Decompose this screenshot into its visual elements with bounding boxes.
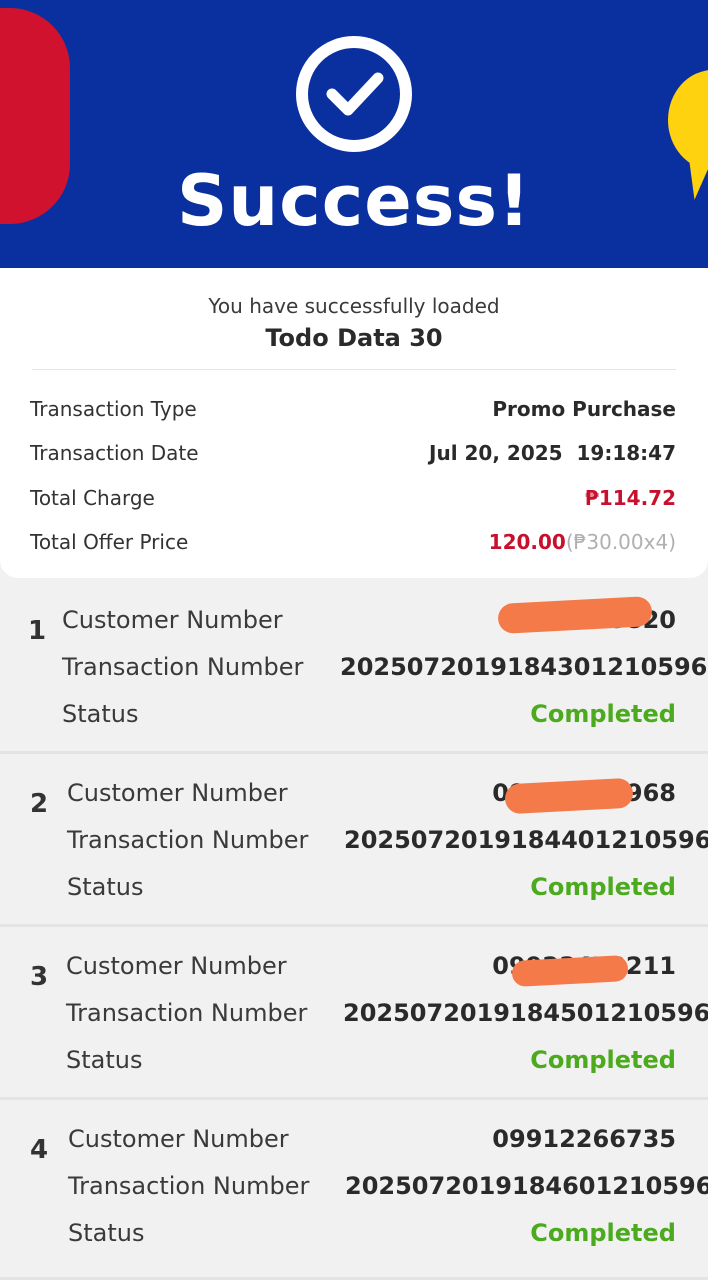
transaction-type-row: Transaction Type Promo Purchase (30, 394, 676, 424)
transaction-number-value: 20250720191845012105969170 (343, 999, 708, 1027)
customer-number-value: 09912266735 (492, 1125, 676, 1153)
transaction-number-label: Transaction Number (62, 653, 304, 681)
total-offer-price-label: Total Offer Price (30, 530, 189, 554)
status-value: Completed (530, 1046, 676, 1074)
transaction-index: 1 (28, 616, 47, 646)
transaction-type-value: Promo Purchase (492, 397, 676, 421)
page-title: Success! (177, 160, 531, 242)
check-circle-icon (296, 36, 412, 152)
transaction-item: 3 Customer Number 09923473211 Transactio… (0, 936, 708, 1100)
transaction-index: 4 (30, 1135, 49, 1165)
status-label: Status (68, 1219, 145, 1247)
success-message: You have successfully loaded (208, 294, 500, 318)
transaction-item: 2 Customer Number 09912473968 Transactio… (0, 763, 708, 927)
total-charge-label: Total Charge (30, 486, 155, 510)
status-label: Status (66, 1046, 143, 1074)
transaction-number-label: Transaction Number (68, 1172, 310, 1200)
status-value: Completed (530, 873, 676, 901)
transaction-item: 4 Customer Number 09912266735 Transactio… (0, 1109, 708, 1280)
success-header: Success! (0, 0, 708, 268)
divider (32, 369, 676, 370)
transaction-date-value: Jul 20, 2025 19:18:47 (429, 441, 676, 465)
status-label: Status (62, 700, 139, 728)
status-label: Status (67, 873, 144, 901)
transaction-number-value: 20250720191844012105969000 (344, 826, 708, 854)
transaction-item: 1 Customer Number 0912493820 Transaction… (0, 590, 708, 754)
summary-card: You have successfully loaded Todo Data 3… (0, 268, 708, 578)
transaction-number-label: Transaction Number (66, 999, 308, 1027)
transaction-index: 3 (30, 962, 49, 992)
status-value: Completed (530, 1219, 676, 1247)
customer-number-label: Customer Number (68, 1125, 289, 1153)
customer-number-label: Customer Number (66, 952, 287, 980)
product-name: Todo Data 30 (265, 324, 443, 352)
transaction-number-label: Transaction Number (67, 826, 309, 854)
total-offer-price-row: Total Offer Price 120.00(₱30.00x4) (30, 527, 676, 557)
offer-price-amount: 120.00 (488, 530, 566, 554)
customer-number-label: Customer Number (67, 779, 288, 807)
transaction-date-label: Transaction Date (30, 441, 199, 465)
transaction-index: 2 (30, 789, 49, 819)
total-offer-price-value: 120.00(₱30.00x4) (489, 530, 676, 554)
transaction-number-value: 20250720191846012105969171 (345, 1172, 708, 1200)
transaction-number-value: 20250720191843012105969399 (340, 653, 708, 681)
transaction-date-row: Transaction Date Jul 20, 2025 19:18:47 (30, 438, 676, 468)
offer-price-detail: (₱30.00x4) (565, 530, 676, 554)
customer-number-label: Customer Number (62, 606, 283, 634)
status-value: Completed (530, 700, 676, 728)
transaction-type-label: Transaction Type (30, 397, 197, 421)
total-charge-row: Total Charge ₱114.72 (30, 483, 676, 513)
total-charge-value: ₱114.72 (584, 486, 676, 510)
